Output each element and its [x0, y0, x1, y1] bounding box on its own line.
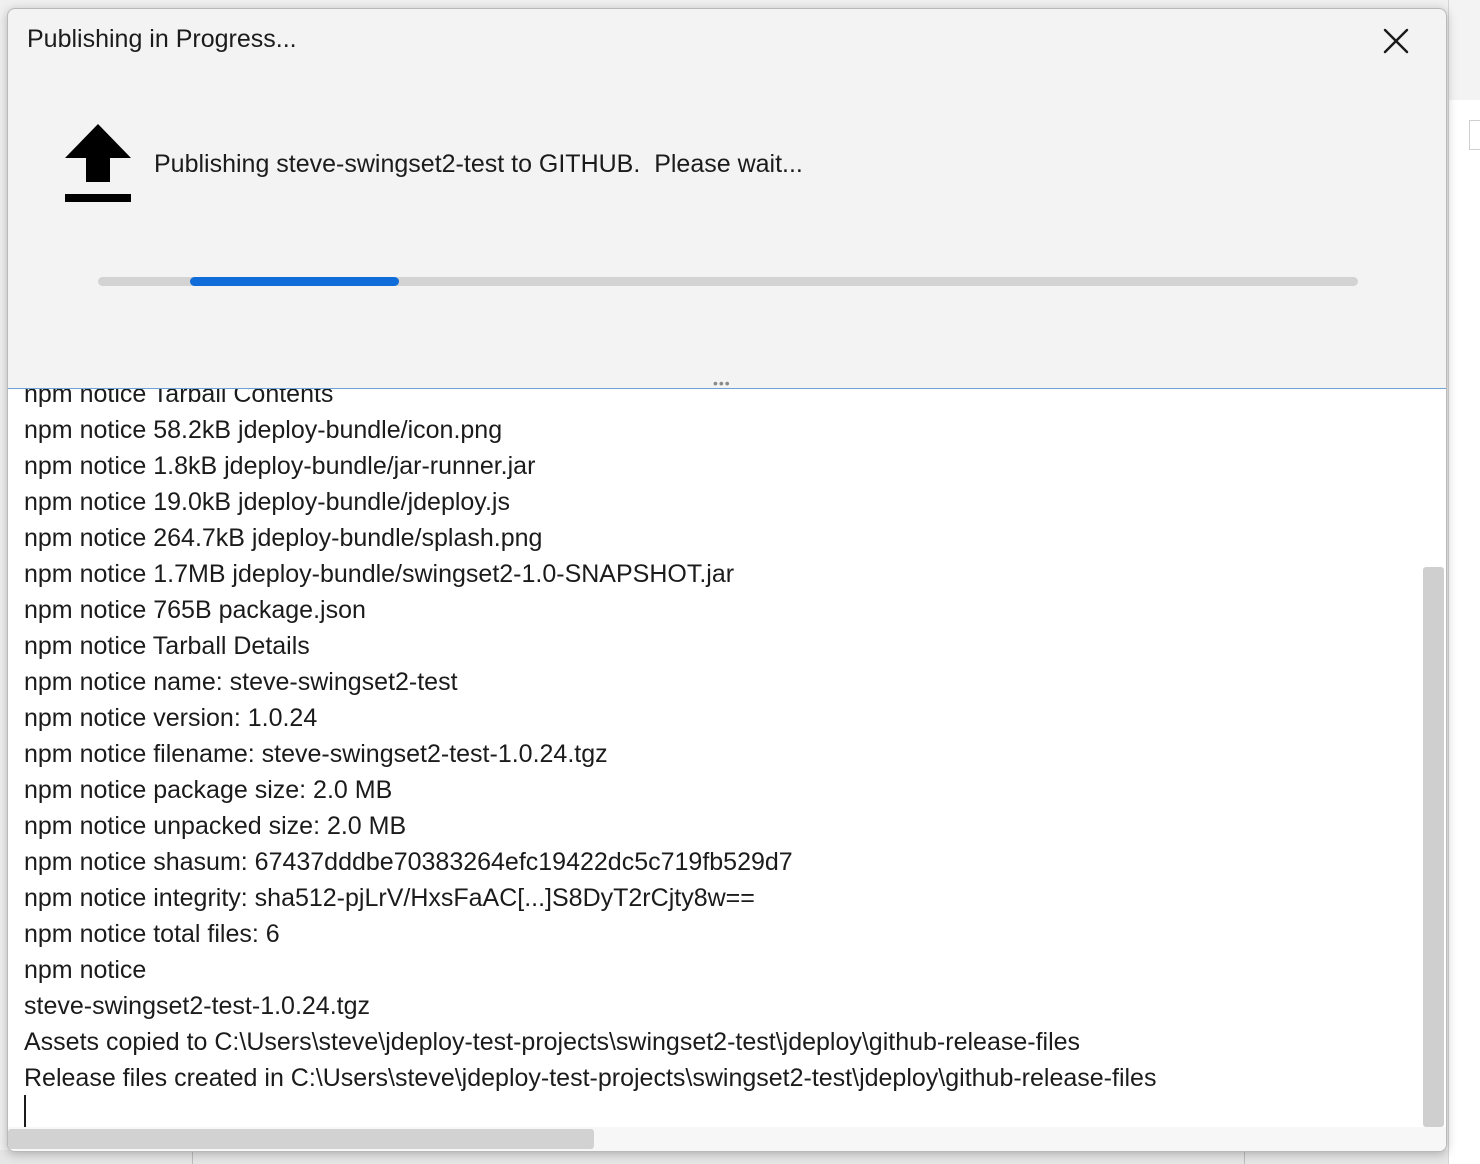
- split-pane-divider[interactable]: •••: [8, 373, 1446, 391]
- background-toolbar: [1449, 0, 1480, 100]
- vertical-scrollbar[interactable]: [1422, 389, 1446, 1127]
- progress-bar-fill: [190, 277, 399, 286]
- divider: [1244, 1150, 1245, 1164]
- log-line: npm notice 264.7kB jdeploy-bundle/splash…: [24, 524, 543, 552]
- log-line: npm notice 19.0kB jdeploy-bundle/jdeploy…: [24, 488, 510, 516]
- log-line: npm notice total files: 6: [24, 920, 280, 948]
- log-line: steve-swingset2-test-1.0.24.tgz: [24, 992, 370, 1020]
- log-line: npm notice 765B package.json: [24, 596, 366, 624]
- log-line: npm notice filename: steve-swingset2-tes…: [24, 740, 608, 768]
- upload-arrow-icon: [65, 124, 131, 202]
- log-line: npm notice 58.2kB jdeploy-bundle/icon.pn…: [24, 416, 503, 444]
- log-viewport[interactable]: npm notice Tarball Contents npm notice 58…: [8, 389, 1422, 1127]
- log-line: Release files created in C:\Users\steve\…: [24, 1064, 1157, 1092]
- text-caret: [24, 1095, 26, 1127]
- background-window: [1448, 0, 1480, 1164]
- log-line: npm notice: [24, 956, 147, 984]
- divider: [192, 1150, 193, 1164]
- log-line: npm notice name: steve-swingset2-test: [24, 668, 458, 696]
- log-line: npm notice version: 1.0.24: [24, 704, 318, 732]
- close-button[interactable]: [1360, 17, 1432, 65]
- vertical-scrollbar-thumb[interactable]: [1423, 567, 1444, 1127]
- status-message: Publishing steve-swingset2-test to GITHU…: [154, 150, 803, 178]
- log-line: npm notice 1.8kB jdeploy-bundle/jar-runn…: [24, 452, 536, 480]
- background-field: [1469, 120, 1480, 150]
- log-line: Assets copied to C:\Users\steve\jdeploy-…: [24, 1028, 1081, 1056]
- log-line: npm notice unpacked size: 2.0 MB: [24, 812, 407, 840]
- log-line: npm notice package size: 2.0 MB: [24, 776, 393, 804]
- log-line: npm notice Tarball Details: [24, 632, 310, 660]
- log-line: npm notice 1.7MB jdeploy-bundle/swingset…: [24, 560, 735, 588]
- progress-bar: [98, 277, 1358, 286]
- publishing-dialog: Publishing in Progress... Publishing ste…: [7, 8, 1447, 1152]
- log-line: npm notice shasum: 67437dddbe70383264efc…: [24, 848, 793, 876]
- dialog-title: Publishing in Progress...: [27, 25, 297, 53]
- horizontal-scrollbar[interactable]: [8, 1127, 1446, 1151]
- log-line: npm notice integrity: sha512-pjLrV/HxsFa…: [24, 884, 755, 912]
- horizontal-scrollbar-thumb[interactable]: [8, 1129, 594, 1149]
- close-icon: [1383, 28, 1409, 54]
- drag-handle-icon: •••: [713, 375, 731, 391]
- background-status-strip: [0, 1150, 1448, 1164]
- log-line: npm notice Tarball Contents: [24, 389, 334, 408]
- log-output-pane[interactable]: npm notice Tarball Contents npm notice 58…: [8, 388, 1446, 1151]
- dialog-titlebar[interactable]: Publishing in Progress...: [8, 9, 1446, 73]
- log-lines: npm notice Tarball Contents npm notice 58…: [24, 389, 1156, 1096]
